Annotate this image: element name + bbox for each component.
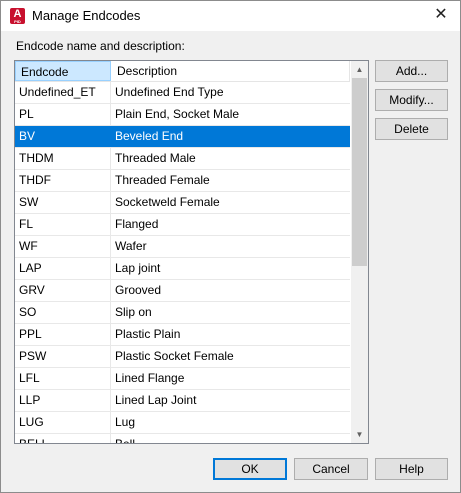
column-divider: [110, 324, 111, 345]
endcode-cell: PPL: [19, 327, 42, 341]
scroll-up-icon[interactable]: ▲: [351, 61, 368, 78]
column-divider: [110, 258, 111, 279]
endcode-cell: THDM: [19, 151, 54, 165]
description-cell: Lug: [115, 415, 136, 429]
column-divider: [110, 280, 111, 301]
description-cell: Grooved: [115, 283, 162, 297]
column-divider: [110, 368, 111, 389]
column-divider: [110, 104, 111, 125]
ok-button[interactable]: OK: [213, 458, 287, 480]
description-cell: Plain End, Socket Male: [115, 107, 240, 121]
description-cell: Slip on: [115, 305, 152, 319]
column-divider: [110, 390, 111, 411]
column-divider: [110, 412, 111, 433]
description-cell: Socketweld Female: [115, 195, 220, 209]
description-cell: Threaded Male: [115, 151, 196, 165]
description-cell: Undefined End Type: [115, 85, 224, 99]
column-divider: [110, 214, 111, 235]
table-row[interactable]: BELL Bell: [15, 434, 350, 444]
vertical-scrollbar[interactable]: ▲ ▼: [351, 61, 368, 443]
table-row[interactable]: Undefined_ET Undefined End Type: [15, 82, 350, 104]
title-bar: A PID Manage Endcodes ✕: [1, 1, 460, 31]
table-body: Undefined_ET Undefined End Type PL Plain En…: [15, 82, 350, 444]
column-divider: [110, 126, 111, 147]
description-cell: Wafer: [115, 239, 147, 253]
table-row[interactable]: SW Socketweld Female: [15, 192, 350, 214]
list-caption: Endcode name and description:: [16, 39, 185, 53]
endcode-cell: Undefined_ET: [19, 85, 96, 99]
table-row[interactable]: LFL Lined Flange: [15, 368, 350, 390]
description-cell: Bell: [115, 437, 136, 444]
modify-button[interactable]: Modify...: [375, 89, 448, 111]
column-header-endcode[interactable]: Endcode: [15, 61, 111, 81]
description-cell: Lap joint: [115, 261, 161, 275]
endcode-cell: SW: [19, 195, 39, 209]
endcode-cell: LAP: [19, 261, 42, 275]
endcode-cell: THDF: [19, 173, 51, 187]
table-row[interactable]: LLP Lined Lap Joint: [15, 390, 350, 412]
table-header: Endcode Description: [15, 61, 350, 82]
table-row[interactable]: LUG Lug: [15, 412, 350, 434]
table-row[interactable]: BV Beveled End: [15, 126, 350, 148]
table-row[interactable]: PL Plain End, Socket Male: [15, 104, 350, 126]
endcode-cell: PL: [19, 107, 34, 121]
column-divider: [110, 148, 111, 169]
description-cell: Lined Lap Joint: [115, 393, 197, 407]
endcode-cell: GRV: [19, 283, 45, 297]
endcode-cell: SO: [19, 305, 37, 319]
endcode-cell: WF: [19, 239, 38, 253]
column-divider: [110, 192, 111, 213]
column-divider: [110, 302, 111, 323]
close-icon[interactable]: ✕: [422, 1, 460, 31]
help-button[interactable]: Help: [375, 458, 448, 480]
table-row[interactable]: THDF Threaded Female: [15, 170, 350, 192]
description-cell: Plastic Socket Female: [115, 349, 234, 363]
table-row[interactable]: FL Flanged: [15, 214, 350, 236]
endcode-list: Endcode Description Undefined_ET Undefine…: [14, 60, 369, 444]
dialog-title: Manage Endcodes: [32, 8, 141, 23]
column-divider: [110, 236, 111, 257]
description-cell: Plastic Plain: [115, 327, 181, 341]
autocad-app-icon: A PID: [10, 8, 25, 24]
table-row[interactable]: PPL Plastic Plain: [15, 324, 350, 346]
manage-endcodes-dialog: A PID Manage Endcodes ✕ Endcode name and …: [0, 0, 461, 493]
table-row[interactable]: WF Wafer: [15, 236, 350, 258]
delete-button[interactable]: Delete: [375, 118, 448, 140]
description-cell: Threaded Female: [115, 173, 210, 187]
cancel-button[interactable]: Cancel: [294, 458, 368, 480]
endcode-cell: BELL: [19, 437, 49, 444]
endcode-cell: PSW: [19, 349, 47, 363]
endcode-cell: FL: [19, 217, 34, 231]
endcode-cell: LFL: [19, 371, 40, 385]
table-row[interactable]: LAP Lap joint: [15, 258, 350, 280]
scroll-down-icon[interactable]: ▼: [351, 426, 368, 443]
column-divider: [110, 82, 111, 103]
table-row[interactable]: PSW Plastic Socket Female: [15, 346, 350, 368]
column-header-description[interactable]: Description: [112, 61, 350, 81]
column-divider: [110, 170, 111, 191]
description-cell: Beveled End: [115, 129, 184, 143]
scroll-thumb[interactable]: [352, 78, 367, 266]
table-row[interactable]: THDM Threaded Male: [15, 148, 350, 170]
endcode-cell: LUG: [19, 415, 44, 429]
column-divider: [110, 434, 111, 443]
table-row[interactable]: GRV Grooved: [15, 280, 350, 302]
table-row[interactable]: SO Slip on: [15, 302, 350, 324]
add-button[interactable]: Add...: [375, 60, 448, 82]
endcode-cell: LLP: [19, 393, 41, 407]
description-cell: Lined Flange: [115, 371, 185, 385]
endcode-cell: BV: [19, 129, 36, 143]
column-divider: [110, 346, 111, 367]
description-cell: Flanged: [115, 217, 159, 231]
